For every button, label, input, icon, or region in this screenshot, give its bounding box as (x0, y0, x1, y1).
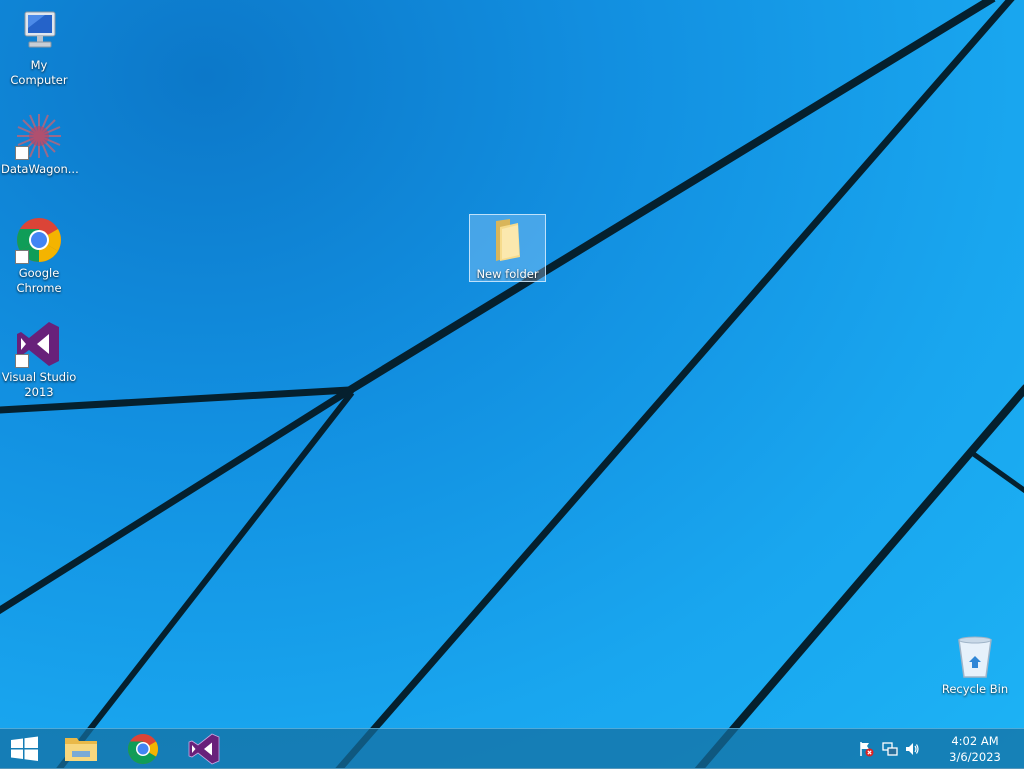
new-folder-icon[interactable]: New folder (469, 214, 546, 282)
folder-icon (484, 217, 532, 265)
visual-studio-icon-shortcut[interactable]: Visual Studio 2013 (1, 320, 77, 400)
taskbar-chrome-button[interactable] (114, 729, 172, 769)
taskbar-visual-studio-button[interactable] (176, 729, 234, 769)
my-computer-icon-shortcut[interactable]: My Computer (1, 8, 77, 88)
taskbar-clock[interactable]: 4:02 AM 3/6/2023 (940, 733, 1010, 765)
recycle-bin-icon[interactable]: Recycle Bin (937, 632, 1013, 697)
wallpaper-lines (0, 0, 1024, 768)
action-center-flag-icon[interactable] (858, 741, 874, 757)
icon-label: New folder (476, 267, 539, 281)
icon-label: My Computer (10, 58, 68, 87)
taskbar: 4:02 AM 3/6/2023 (0, 728, 1024, 769)
shortcut-arrow-icon (15, 146, 29, 160)
icon-label: DataWagon... (1, 162, 79, 176)
visual-studio-icon (15, 320, 63, 368)
icon-label: Recycle Bin (941, 682, 1009, 696)
shortcut-arrow-icon (15, 250, 29, 264)
datawagon-app-icon (15, 112, 63, 160)
computer-icon (15, 8, 63, 56)
icon-label: Google Chrome (16, 266, 62, 295)
datawagon-icon-shortcut[interactable]: DataWagon... (1, 112, 79, 177)
icon-label: Visual Studio 2013 (1, 370, 77, 399)
recycle-bin-glyph-icon (951, 632, 999, 680)
file-explorer-icon (65, 738, 97, 761)
visual-studio-icon (188, 733, 220, 765)
google-chrome-icon-shortcut[interactable]: Google Chrome (1, 216, 77, 296)
windows-logo-icon (11, 736, 38, 761)
shortcut-arrow-icon (15, 354, 29, 368)
volume-icon[interactable] (904, 741, 920, 757)
system-tray: 4:02 AM 3/6/2023 (854, 729, 1024, 769)
clock-date: 3/6/2023 (949, 750, 1001, 764)
chrome-icon (15, 216, 63, 264)
desktop[interactable]: My Computer DataWagon... Google Chrome V… (0, 0, 1024, 768)
network-icon[interactable] (882, 741, 898, 757)
chrome-icon (127, 734, 159, 765)
start-button[interactable] (0, 729, 58, 769)
clock-time: 4:02 AM (951, 734, 999, 748)
taskbar-file-explorer-button[interactable] (52, 729, 110, 769)
